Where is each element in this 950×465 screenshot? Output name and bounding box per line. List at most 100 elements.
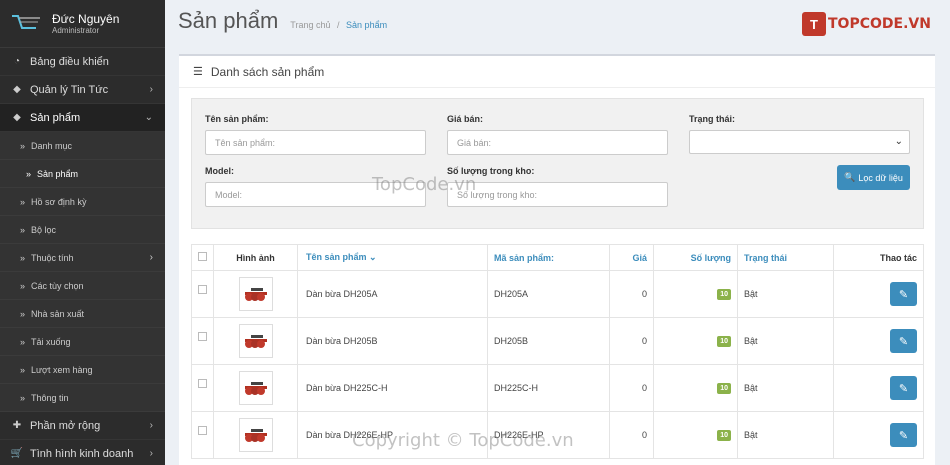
double-arrow-icon: » [20,224,26,235]
page-title: Sản phẩm [178,8,279,33]
model-label: Model: [205,166,234,176]
pencil-icon: ✎ [898,382,909,395]
row-checkbox[interactable] [198,379,207,388]
filter-button-label: Lọc dữ liệu [858,172,903,183]
product-list-panel: ☰ Danh sách sản phẩm Tên sản phẩm: Tên s… [179,54,935,465]
submenu-label: Hồ sơ định kỳ [31,196,87,207]
submenu-item-information[interactable]: » Thông tin [0,384,165,412]
status-cell: Bật [737,411,834,459]
price-cell: 0 [609,270,654,318]
menu-item-dashboard[interactable]: ◔ Bảng điều khiển [0,48,165,76]
stock-input[interactable]: Số lượng trong kho: [447,182,668,207]
table-row: Dàn bừa DH205A DH205A 0 10 Bật ✎ [191,270,924,318]
product-thumbnail [238,371,273,405]
sidebar: Đức Nguyên Administrator ◔ Bảng điều khi… [0,0,165,465]
submenu-label: Bộ lọc [31,224,57,235]
page-header: Sản phẩm Trang chủ / Sản phẩm [178,8,387,34]
submenu-item-products[interactable]: » Sản phẩm [0,160,165,188]
double-arrow-icon: » [20,308,26,319]
harrow-image-icon [244,382,267,395]
cart-logo-icon [12,14,40,29]
submenu-item-filters[interactable]: » Bộ lọc [0,216,165,244]
qty-badge: 10 [717,336,731,347]
double-arrow-icon: » [20,196,26,207]
select-all-checkbox[interactable] [198,252,207,261]
logo-mark-icon: T [802,12,826,36]
menu-item-sales[interactable]: 🛒 Tình hình kinh doanh › [0,440,165,465]
breadcrumb-current[interactable]: Sản phẩm [346,20,387,30]
breadcrumb-separator: / [337,20,340,30]
submenu-item-downloads[interactable]: » Tải xuống [0,328,165,356]
tag-icon: ◆ [13,112,21,123]
product-table: Hình ảnh Tên sản phẩm ⌄ Mã sản phẩm: Giá… [191,244,924,459]
menu-item-products[interactable]: ◆ Sản phẩm ⌄ [0,104,165,132]
dashboard-icon: ◔ [13,56,21,67]
column-sku[interactable]: Mã sản phẩm: [487,244,610,271]
product-thumbnail [238,418,273,452]
price-input[interactable]: Giá bán: [447,130,668,155]
edit-button[interactable]: ✎ [890,376,917,400]
breadcrumb-home[interactable]: Trang chủ [290,20,330,30]
menu-label: Quản lý Tin Tức [30,83,109,96]
status-label: Trạng thái: [689,114,736,124]
chevron-right-icon: › [149,420,153,431]
submenu-label: Tải xuống [31,336,71,347]
column-name-label: Tên sản phẩm [306,252,367,262]
pencil-icon: ✎ [898,335,909,348]
edit-button[interactable]: ✎ [890,282,917,306]
column-status[interactable]: Trạng thái [737,244,834,271]
price-cell: 0 [609,364,654,412]
qty-cell: 10 [653,364,738,412]
table-row: Dàn bừa DH225C-H DH225C-H 0 10 Bật ✎ [191,364,924,412]
menu-item-news[interactable]: ◆ Quản lý Tin Tức › [0,76,165,104]
table-header-row: Hình ảnh Tên sản phẩm ⌄ Mã sản phẩm: Giá… [191,244,924,271]
name-cell: Dàn bừa DH205B [297,317,488,365]
submenu-item-categories[interactable]: » Danh mục [0,132,165,160]
image-cell [213,411,298,459]
name-cell: Dàn bừa DH225C-H [297,364,488,412]
chevron-down-icon: ⌄ [144,112,153,123]
logo-word: TOPCODE [828,16,904,32]
submenu-label: Thông tin [31,392,69,403]
double-arrow-icon: » [20,252,26,263]
pencil-icon: ✎ [898,429,909,442]
submenu-item-manufacturers[interactable]: » Nhà sản xuất [0,300,165,328]
submenu-item-reviews[interactable]: » Lượt xem hàng [0,356,165,384]
row-checkbox[interactable] [198,285,207,294]
harrow-image-icon [244,288,267,301]
menu-label: Tình hình kinh doanh [30,447,134,460]
column-qty[interactable]: Số lượng [653,244,738,271]
double-arrow-icon: » [20,140,26,151]
breadcrumb: Trang chủ / Sản phẩm [290,20,387,30]
edit-button[interactable]: ✎ [890,329,917,353]
select-all-checkbox-cell [191,244,214,271]
submenu-label: Sản phẩm [37,168,79,179]
actions-cell: ✎ [833,411,924,459]
actions-cell: ✎ [833,364,924,412]
status-select[interactable]: ⌄ [689,130,910,154]
status-cell: Bật [737,364,834,412]
double-arrow-icon: » [20,364,26,375]
column-price[interactable]: Giá [609,244,654,271]
chevron-down-icon: ⌄ [894,136,903,147]
submenu-label: Nhà sản xuất [31,308,85,319]
qty-cell: 10 [653,270,738,318]
product-name-input[interactable]: Tên sản phẩm: [205,130,426,155]
menu-item-extensions[interactable]: ✚ Phần mở rộng › [0,412,165,440]
row-checkbox[interactable] [198,332,207,341]
row-checkbox[interactable] [198,426,207,435]
status-cell: Bật [737,270,834,318]
column-name[interactable]: Tên sản phẩm ⌄ [297,244,488,271]
pencil-icon: ✎ [898,288,909,301]
search-icon: 🔍 [844,172,856,182]
filter-button[interactable]: 🔍 Lọc dữ liệu [837,165,910,190]
edit-button[interactable]: ✎ [890,423,917,447]
menu-label: Sản phẩm [30,111,81,124]
submenu-item-recurring[interactable]: » Hồ sơ định kỳ [0,188,165,216]
submenu-item-attributes[interactable]: » Thuộc tính › [0,244,165,272]
chevron-right-icon: › [149,448,153,459]
filter-form: Tên sản phẩm: Tên sản phẩm: Giá bán: Giá… [191,98,924,229]
submenu-item-options[interactable]: » Các tùy chọn [0,272,165,300]
qty-badge: 10 [717,430,731,441]
qty-badge: 10 [717,383,731,394]
